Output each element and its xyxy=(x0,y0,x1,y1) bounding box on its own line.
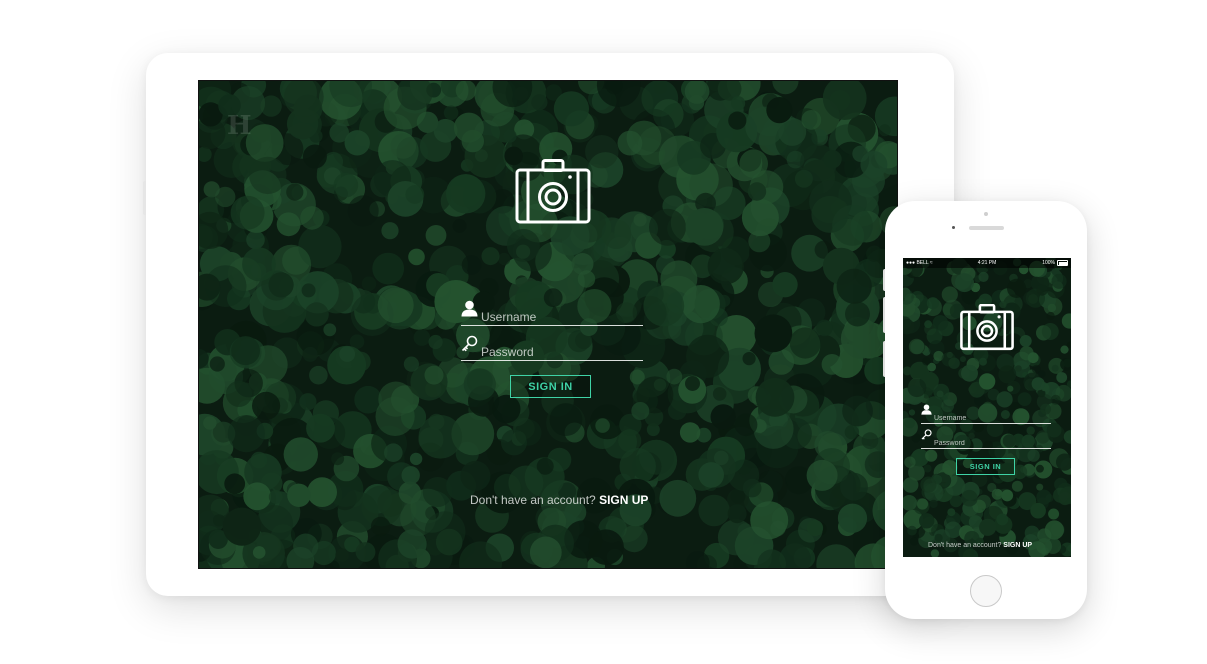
phone-sensor xyxy=(952,226,955,229)
username-input[interactable] xyxy=(481,310,641,324)
battery-icon xyxy=(1057,260,1068,266)
tablet-device: H Username SIGN IN Don't have an account… xyxy=(143,53,954,596)
password-field[interactable] xyxy=(921,429,1051,449)
phone-screen: ●●● BELL ≈ 4:21 PM 100% Username SIGN IN… xyxy=(903,258,1071,557)
signup-prompt: Don't have an account? SIGN UP xyxy=(470,493,648,507)
camera-icon xyxy=(960,303,1014,356)
sign-up-link[interactable]: SIGN UP xyxy=(1003,542,1032,549)
camera-icon xyxy=(515,159,591,230)
tablet-side-button xyxy=(143,181,146,215)
user-icon xyxy=(921,402,932,420)
sign-up-link[interactable]: SIGN UP xyxy=(599,493,648,507)
username-field[interactable] xyxy=(921,404,1051,424)
status-bar: ●●● BELL ≈ 4:21 PM 100% xyxy=(903,258,1071,268)
password-input[interactable] xyxy=(934,440,1049,447)
phone-speaker xyxy=(969,226,1004,230)
sign-in-button[interactable]: SIGN IN xyxy=(510,375,591,398)
battery-percent: 100% xyxy=(1042,260,1055,266)
device-mockup-stage: H Username SIGN IN Don't have an account… xyxy=(0,0,1207,664)
signup-prompt: Don't have an account? SIGN UP xyxy=(928,542,1032,549)
signup-prompt-text: Don't have an account? xyxy=(928,542,1002,549)
phone-volume-down xyxy=(883,297,885,333)
brand-watermark: H xyxy=(227,111,252,141)
username-field[interactable] xyxy=(461,300,643,326)
password-input[interactable] xyxy=(481,345,641,359)
home-button[interactable] xyxy=(970,575,1002,607)
key-icon xyxy=(921,427,932,445)
phone-camera xyxy=(984,212,988,216)
key-icon xyxy=(461,335,478,357)
password-field[interactable] xyxy=(461,335,643,361)
phone-mute-switch xyxy=(883,341,885,377)
sign-in-button[interactable]: SIGN IN xyxy=(956,458,1015,475)
phone-volume-up xyxy=(883,269,885,291)
phone-device: ●●● BELL ≈ 4:21 PM 100% Username SIGN IN… xyxy=(883,201,1087,619)
battery-status: 100% xyxy=(1042,258,1068,268)
user-icon xyxy=(461,300,478,322)
tablet-screen: H Username SIGN IN Don't have an account… xyxy=(198,80,898,569)
username-input[interactable] xyxy=(934,415,1049,422)
signup-prompt-text: Don't have an account? xyxy=(470,493,596,507)
